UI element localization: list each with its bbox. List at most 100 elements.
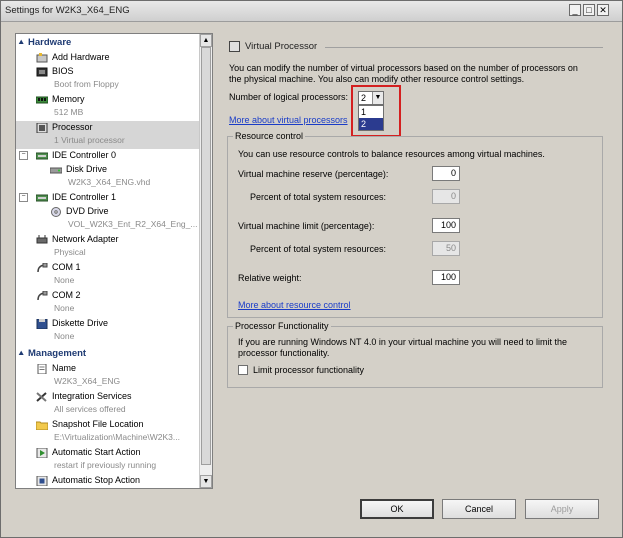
tree-item-network-adapter[interactable]: Network Adapter Physical	[16, 233, 200, 261]
tree-item-name[interactable]: Name W2K3_X64_ENG	[16, 362, 200, 390]
tree-scrollbar[interactable]: ▲ ▼	[199, 34, 212, 488]
tree-item-sublabel: W2K3_X64_ENG.vhd	[68, 177, 151, 187]
ide-controller-icon	[36, 152, 48, 160]
vm-limit-label: Virtual machine limit (percentage):	[238, 221, 375, 231]
ide-controller-icon	[36, 194, 48, 202]
scroll-down-icon[interactable]: ▼	[200, 475, 212, 488]
tree-item-label: BIOS	[52, 66, 74, 76]
tree-item-diskette-drive[interactable]: Diskette Drive None	[16, 317, 200, 345]
processor-functionality-text-1: If you are running Windows NT 4.0 in you…	[238, 337, 567, 347]
relative-weight-input[interactable]: 100	[432, 270, 460, 285]
collapse-icon[interactable]: ⯅	[18, 349, 28, 359]
resource-control-group: Resource control You can use resource co…	[227, 131, 603, 318]
intro-text-line-1: You can modify the number of virtual pro…	[229, 63, 578, 73]
logical-processors-label: Number of logical processors:	[229, 92, 349, 102]
tree-item-sublabel: restart if previously running	[54, 460, 157, 470]
window-title: Settings for W2K3_X64_ENG	[5, 5, 130, 16]
network-adapter-icon	[36, 235, 48, 244]
tree-item-sublabel: Physical	[54, 247, 86, 257]
vm-limit-input[interactable]: 100	[432, 218, 460, 233]
apply-button[interactable]: Apply	[525, 499, 599, 519]
intro-text-line-2: the physical machine. You also can modif…	[229, 74, 525, 84]
tree-item-sublabel: W2K3_X64_ENG	[54, 376, 121, 386]
tree-item-sublabel: E:\Virtualization\Machine\W2K3...	[54, 432, 180, 442]
tree-item-com-1[interactable]: COM 1 None	[16, 261, 200, 289]
tree-item-label: Snapshot File Location	[52, 419, 144, 429]
tree-item-sublabel: None	[54, 275, 75, 285]
dialog-client: ⯅ Hardware Add Hardware BIOS Boot from Fl…	[5, 27, 618, 533]
cancel-button[interactable]: Cancel	[442, 499, 516, 519]
tree-item-label: Disk Drive	[66, 164, 108, 174]
tree-item-label: Network Adapter	[52, 234, 119, 244]
tree-item-integration-services[interactable]: Integration Services All services offere…	[16, 390, 200, 418]
tree-item-label: Automatic Stop Action	[52, 475, 141, 485]
tree-item-label: COM 2	[52, 290, 81, 300]
tree-item-label: Add Hardware	[52, 52, 110, 62]
hardware-section-header[interactable]: ⯅ Hardware	[18, 37, 198, 50]
tree-item-memory[interactable]: Memory 512 MB	[16, 93, 200, 121]
processor-functionality-title: Processor Functionality	[233, 321, 331, 331]
tree-item-snapshot-file-location[interactable]: Snapshot File Location E:\Virtualization…	[16, 418, 200, 446]
scroll-thumb[interactable]	[201, 47, 211, 465]
maximize-icon[interactable]: □	[583, 4, 595, 16]
close-icon[interactable]: ✕	[597, 4, 609, 16]
tree-item-bios[interactable]: BIOS Boot from Floppy	[16, 65, 200, 93]
tree-item-sublabel: Boot from Floppy	[54, 79, 119, 89]
tree-item-processor[interactable]: Processor 1 Virtual processor	[16, 121, 200, 149]
collapse-icon[interactable]: −	[19, 193, 28, 202]
tree-item-dvd-drive[interactable]: DVD Drive VOL_W2K3_Ent_R2_X64_Eng_...	[16, 205, 200, 233]
tree-item-sublabel: 512 MB	[54, 107, 84, 117]
diskette-icon	[36, 319, 48, 329]
tree-item-disk-drive[interactable]: Disk Drive W2K3_X64_ENG.vhd	[16, 163, 200, 191]
tree-item-label: Memory	[52, 94, 85, 104]
limit-processor-functionality-checkbox[interactable]	[238, 365, 248, 375]
ok-button[interactable]: OK	[360, 499, 434, 519]
limit-processor-functionality-label[interactable]: Limit processor functionality	[253, 365, 364, 375]
tree-item-sublabel: VOL_W2K3_Ent_R2_X64_Eng_...	[68, 219, 198, 229]
tree-item-sublabel: All services offered	[54, 404, 126, 414]
tree-item-label: Integration Services	[52, 391, 132, 401]
disk-drive-icon	[50, 167, 62, 174]
com-port-icon	[37, 291, 48, 301]
tree-item-com-2[interactable]: COM 2 None	[16, 289, 200, 317]
dvd-drive-icon	[51, 207, 61, 217]
tree-item-label: IDE Controller 1	[52, 192, 117, 202]
relative-weight-label: Relative weight:	[238, 273, 302, 283]
bios-chip-icon	[36, 67, 48, 77]
highlight-annotation-box	[351, 85, 401, 137]
more-about-resource-control-link[interactable]: More about resource control	[238, 300, 351, 310]
tree-item-automatic-stop-action[interactable]: Automatic Stop Action	[16, 474, 200, 488]
settings-tree[interactable]: ⯅ Hardware Add Hardware BIOS Boot from Fl…	[15, 33, 213, 489]
page-title: Virtual Processor	[245, 41, 318, 52]
vm-reserve-label: Virtual machine reserve (percentage):	[238, 169, 389, 179]
processor-icon	[229, 41, 240, 52]
folder-icon	[36, 421, 48, 430]
collapse-icon[interactable]: ⯅	[18, 38, 28, 48]
tree-item-label: DVD Drive	[66, 206, 109, 216]
management-section-header[interactable]: ⯅ Management	[18, 348, 198, 361]
tree-item-sublabel: None	[54, 303, 75, 313]
tree-item-label: Processor	[52, 122, 93, 132]
tree-item-label: Automatic Start Action	[52, 447, 141, 457]
processor-functionality-group: Processor Functionality If you are runni…	[227, 321, 603, 388]
minimize-icon[interactable]: _	[569, 4, 581, 16]
heading-divider	[325, 47, 603, 48]
tree-item-label: COM 1	[52, 262, 81, 272]
stop-action-icon	[36, 476, 48, 486]
more-about-virtual-processors-link[interactable]: More about virtual processors	[229, 115, 348, 125]
reserve-percent-field: 0	[432, 189, 460, 204]
com-port-icon	[37, 263, 48, 273]
tree-item-label: Diskette Drive	[52, 318, 109, 328]
scroll-up-icon[interactable]: ▲	[200, 34, 212, 47]
tree-item-sublabel: 1 Virtual processor	[54, 135, 125, 145]
management-header-label: Management	[28, 348, 87, 359]
tree-item-automatic-start-action[interactable]: Automatic Start Action restart if previo…	[16, 446, 200, 474]
memory-icon	[36, 96, 48, 104]
start-action-icon	[36, 448, 48, 458]
collapse-icon[interactable]: −	[19, 151, 28, 160]
settings-detail-pane: Virtual Processor You can modify the num…	[217, 33, 614, 489]
settings-window: Settings for W2K3_X64_ENG _ □ ✕ ⯅ Hardwar…	[0, 0, 623, 538]
integration-services-icon	[36, 392, 47, 402]
vm-reserve-input[interactable]: 0	[432, 166, 460, 181]
resource-control-intro: You can use resource controls to balance…	[238, 149, 545, 159]
